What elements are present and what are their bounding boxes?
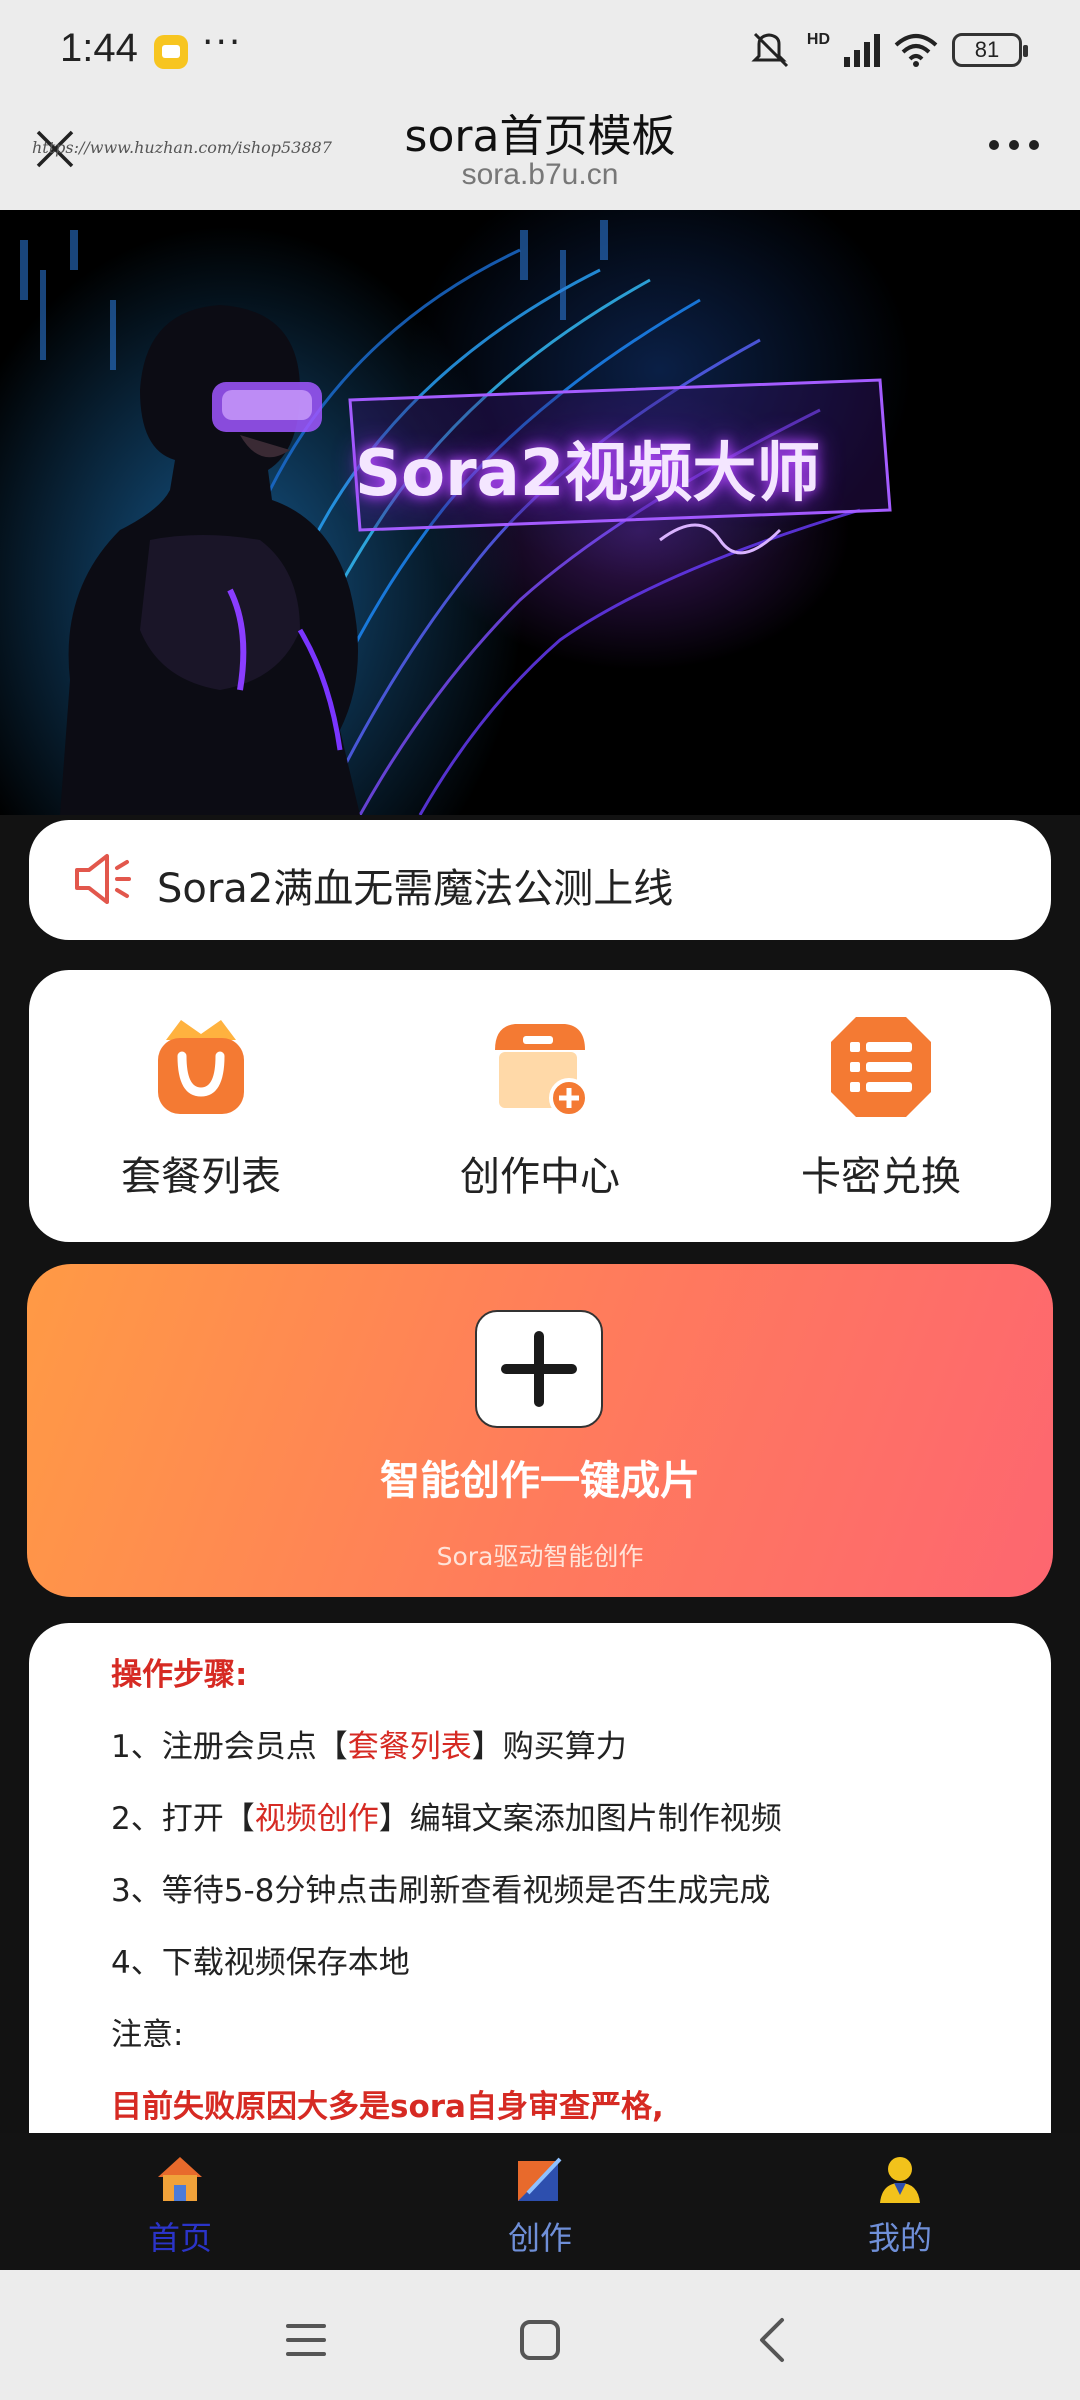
mute-icon	[751, 32, 788, 68]
android-figure	[60, 305, 360, 815]
message-app-icon	[154, 35, 188, 69]
status-more-indicator: ···	[202, 22, 243, 63]
hero-banner[interactable]: Sora2视频大师	[0, 210, 1080, 815]
quick-item-packages[interactable]: 套餐列表	[81, 1012, 321, 1212]
home-icon	[158, 2157, 202, 2201]
quick-menu: 套餐列表 创作中心 卡密兑换	[29, 970, 1051, 1242]
bottom-tab-bar: 首页 创作 我的	[0, 2133, 1080, 2270]
signal-icon	[844, 34, 880, 67]
banner-title: Sora2视频大师	[355, 437, 821, 511]
menu-icon[interactable]	[276, 2310, 336, 2370]
step-4: 4、下载视频保存本地	[111, 1945, 410, 1981]
quick-item-label: 套餐列表	[121, 1154, 281, 1200]
step-1: 1、注册会员点【套餐列表】购买算力	[111, 1721, 627, 1766]
tab-home[interactable]: 首页	[80, 2153, 280, 2259]
instructions-card: 操作步骤: 1、注册会员点【套餐列表】购买算力 2、打开【视频创作】编辑文案添加…	[29, 1623, 1051, 2143]
tab-label: 首页	[147, 2219, 212, 2257]
wifi-icon	[894, 34, 938, 67]
step-2: 2、打开【视频创作】编辑文案添加图片制作视频	[111, 1793, 782, 1838]
tab-create[interactable]: 创作	[440, 2153, 640, 2259]
page-domain: sora.b7u.cn	[461, 158, 619, 191]
battery-indicator: 81	[952, 33, 1028, 67]
speaker-icon	[75, 854, 131, 904]
quick-item-label: 卡密兑换	[801, 1154, 961, 1200]
steps-heading: 操作步骤:	[111, 1657, 248, 1693]
quick-item-create-center[interactable]: 创作中心	[420, 1012, 660, 1212]
step-text: 】编辑文案添加图片制作视频	[378, 1801, 782, 1837]
plus-icon	[501, 1331, 577, 1407]
tab-label: 创作	[507, 2219, 572, 2257]
tab-mine[interactable]: 我的	[800, 2153, 1000, 2259]
notice-text: Sora2满血无需魔法公测上线	[157, 866, 674, 912]
step-link-video-create[interactable]: 视频创作	[255, 1801, 379, 1837]
quick-item-label: 创作中心	[460, 1154, 620, 1200]
system-nav-bar	[0, 2270, 1080, 2400]
list-icon	[831, 1017, 931, 1117]
smart-create-card[interactable]: 智能创作一键成片 Sora驱动智能创作	[27, 1264, 1053, 1597]
create-subtitle: Sora驱动智能创作	[436, 1542, 644, 1571]
note-label: 注意:	[111, 2017, 184, 2053]
create-title: 智能创作一键成片	[380, 1458, 700, 1504]
step-text: 1、注册会员点【	[111, 1729, 348, 1765]
more-options-icon[interactable]	[984, 130, 1044, 160]
quick-item-redeem[interactable]: 卡密兑换	[761, 1012, 1001, 1212]
status-time: 1:44	[60, 26, 138, 70]
tab-label: 我的	[867, 2219, 932, 2257]
hd-indicator: HD	[806, 31, 830, 48]
page-title: sora首页模板	[404, 111, 676, 162]
status-indicators: HD 81	[749, 30, 1028, 70]
notice-bar[interactable]: Sora2满血无需魔法公测上线	[29, 820, 1051, 940]
back-icon[interactable]	[744, 2310, 804, 2370]
step-3: 3、等待5-8分钟点击刷新查看视频是否生成完成	[111, 1873, 771, 1909]
browser-header: https://www.huzhan.com/ishop53887 sora首页…	[0, 100, 1080, 210]
status-bar: 1:44 ··· HD 81	[0, 0, 1080, 100]
shop-add-icon	[495, 1024, 589, 1118]
step-text: 2、打开【	[111, 1801, 255, 1837]
create-plus-button[interactable]	[475, 1310, 603, 1428]
shopping-bag-icon	[158, 1020, 244, 1114]
user-icon	[880, 2157, 920, 2203]
step-text: 】购买算力	[471, 1729, 627, 1765]
home-button-icon[interactable]	[510, 2310, 570, 2370]
step-link-packages[interactable]: 套餐列表	[348, 1729, 472, 1765]
create-icon	[518, 2157, 562, 2201]
warning-text: 目前失败原因大多是sora自身审查严格,	[111, 2089, 664, 2125]
